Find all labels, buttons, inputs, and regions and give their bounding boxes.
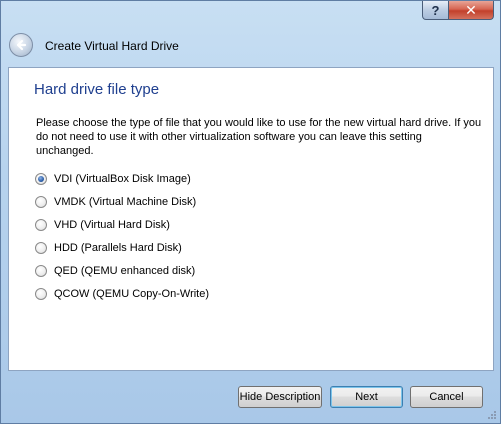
radio-option-vmdk[interactable]: VMDK (Virtual Machine Disk) (35, 190, 209, 213)
help-button[interactable]: ? (422, 1, 449, 20)
window-title: Create Virtual Hard Drive (45, 39, 179, 53)
file-type-radio-group: VDI (VirtualBox Disk Image) VMDK (Virtua… (35, 167, 209, 305)
radio-label: VHD (Virtual Hard Disk) (54, 218, 170, 231)
wizard-header: Create Virtual Hard Drive (1, 21, 500, 67)
page-title: Hard drive file type (34, 81, 160, 98)
radio-button[interactable] (35, 218, 47, 231)
radio-button[interactable] (35, 264, 47, 277)
radio-button[interactable] (35, 195, 47, 208)
resize-grip-icon[interactable] (487, 410, 497, 420)
next-button[interactable]: Next (330, 386, 403, 408)
radio-option-qcow[interactable]: QCOW (QEMU Copy-On-Write) (35, 282, 209, 305)
radio-option-hdd[interactable]: HDD (Parallels Hard Disk) (35, 236, 209, 259)
content-panel: Hard drive file type Please choose the t… (8, 67, 494, 371)
cancel-button[interactable]: Cancel (410, 386, 483, 408)
dialog-window: ? ✕ Create Virtual Hard Drive Hard drive… (0, 0, 501, 424)
radio-option-qed[interactable]: QED (QEMU enhanced disk) (35, 259, 209, 282)
hide-description-button[interactable]: Hide Description (238, 386, 322, 408)
back-arrow-icon (16, 39, 27, 51)
radio-label: HDD (Parallels Hard Disk) (54, 241, 182, 254)
radio-label: VDI (VirtualBox Disk Image) (54, 172, 191, 185)
radio-selected-dot (38, 175, 44, 182)
radio-option-vdi[interactable]: VDI (VirtualBox Disk Image) (35, 167, 209, 190)
radio-label: QCOW (QEMU Copy-On-Write) (54, 287, 210, 300)
radio-label: VMDK (Virtual Machine Disk) (54, 195, 197, 208)
radio-button[interactable] (35, 241, 47, 254)
radio-button[interactable] (35, 287, 47, 300)
radio-button[interactable] (35, 172, 47, 185)
page-description: Please choose the type of file that you … (36, 117, 482, 157)
back-button[interactable] (9, 33, 33, 57)
title-bar-controls: ? ✕ (422, 1, 494, 21)
radio-option-vhd[interactable]: VHD (Virtual Hard Disk) (35, 213, 209, 236)
close-button[interactable]: ✕ (449, 1, 494, 20)
radio-label: QED (QEMU enhanced disk) (54, 264, 196, 277)
